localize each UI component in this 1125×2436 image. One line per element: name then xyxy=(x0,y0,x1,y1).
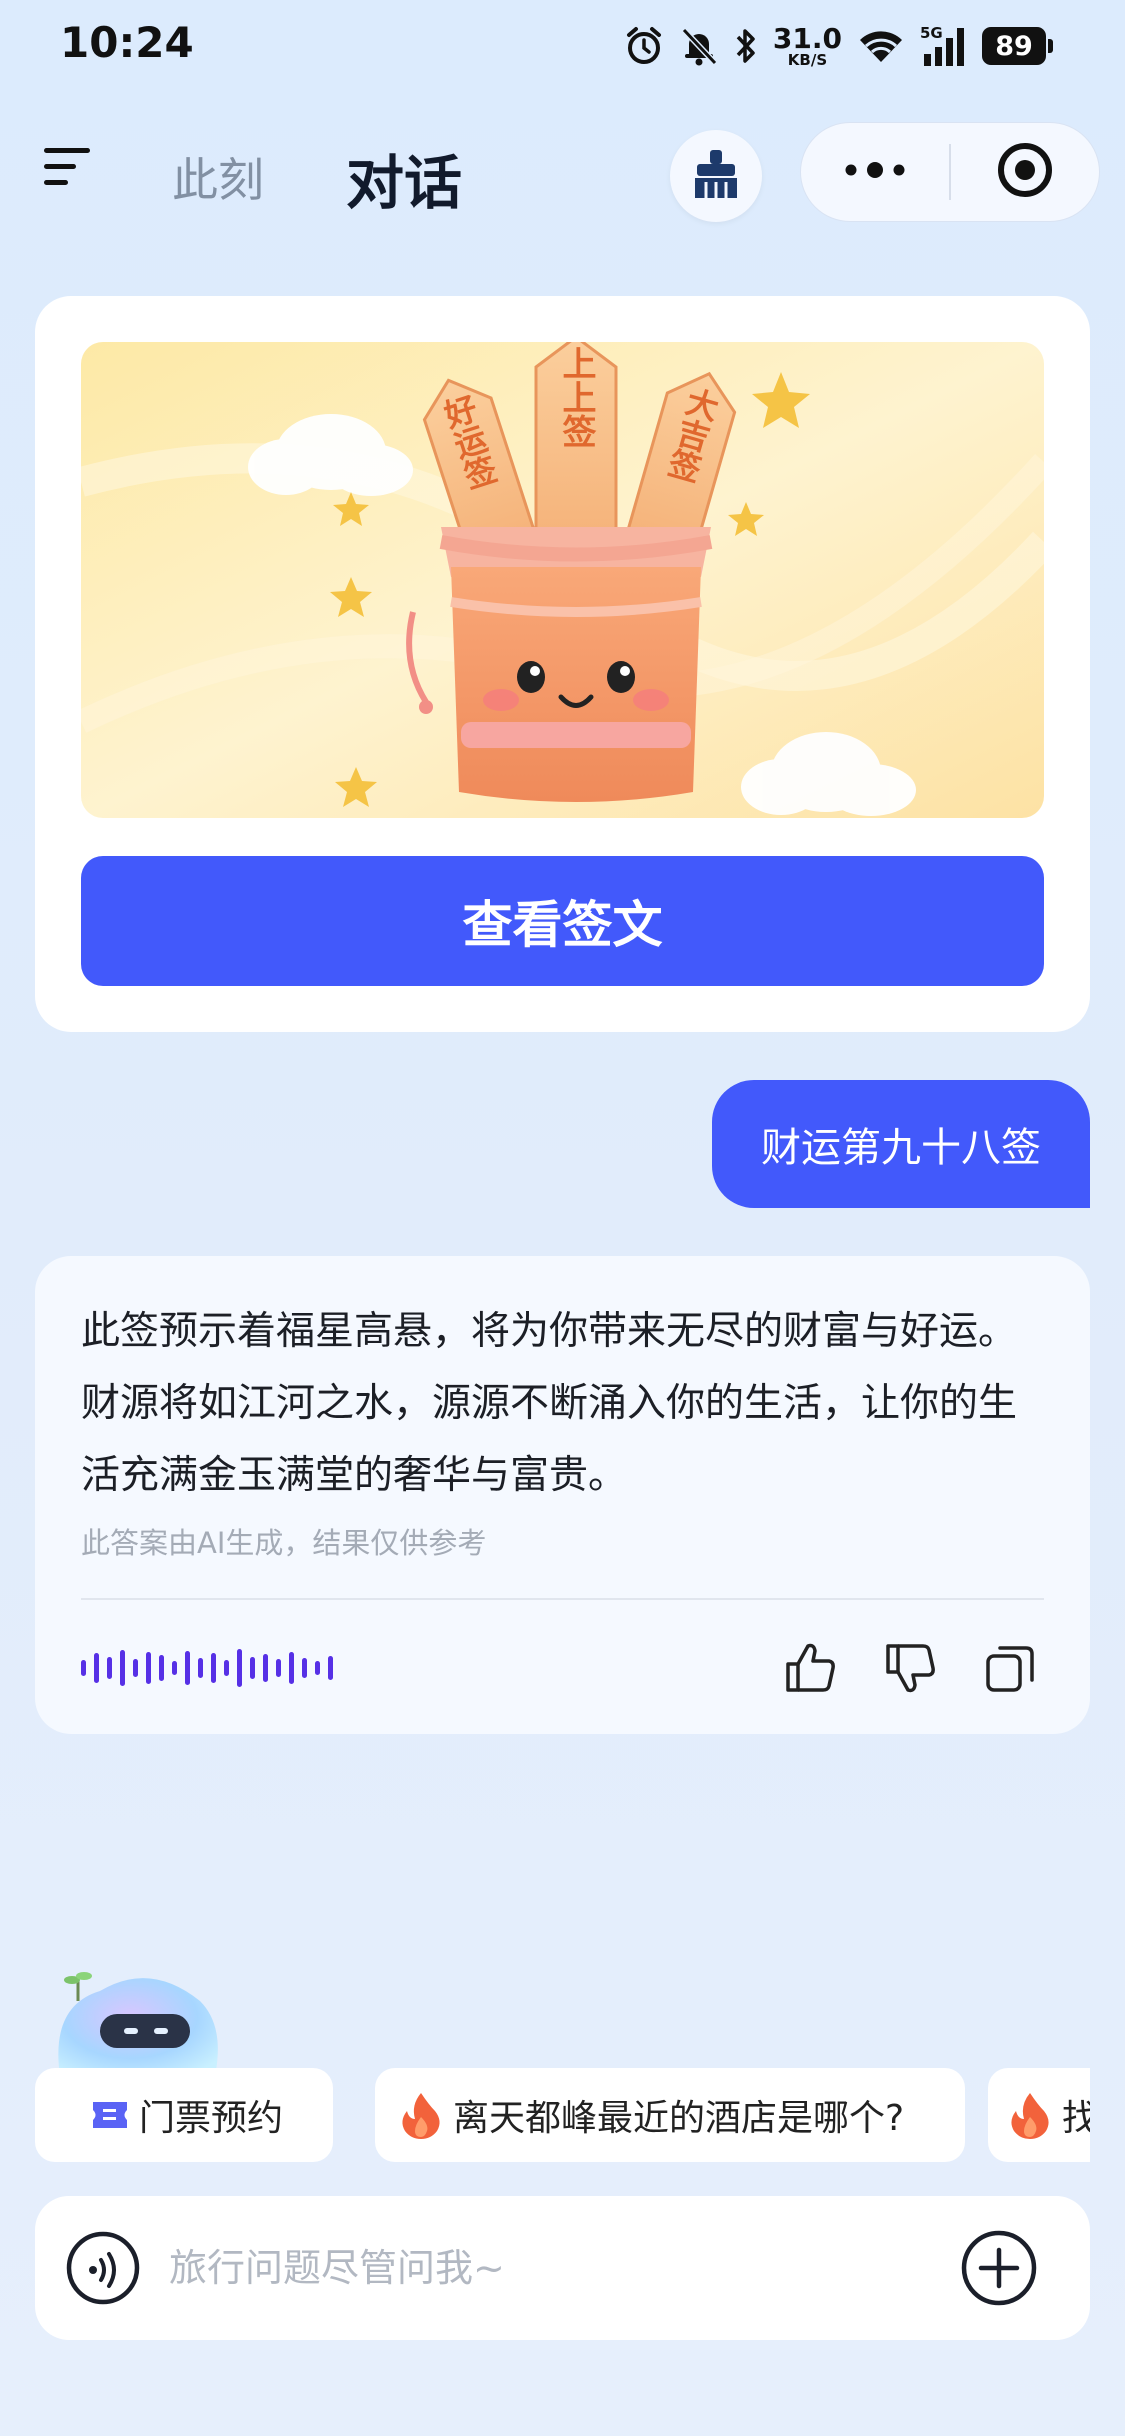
mute-bell-icon xyxy=(679,25,719,67)
more-dots-icon xyxy=(843,160,907,184)
tab-moment[interactable]: 此刻 xyxy=(172,144,264,210)
ai-disclaimer: 此答案由AI生成，结果仅供参考 xyxy=(81,1526,487,1560)
network-speed: 31.0 KB/S xyxy=(772,21,842,69)
fortune-card: 好运签 上上签 大吉签 查看签文 xyxy=(35,296,1090,1032)
bluetooth-icon xyxy=(733,25,759,67)
ai-reply-card: 此签预示着福星高悬，将为你带来无尽的财富与好运。财源将如江河之水，源源不断涌入你… xyxy=(35,1256,1090,1734)
waveform-bar xyxy=(172,1661,177,1675)
status-bar: 10:24 31.0 KB/S 5G 89 xyxy=(0,0,1125,92)
chip-label: 找 xyxy=(1062,2098,1090,2139)
menu-icon[interactable] xyxy=(42,142,92,192)
fortune-stick-image: 好运签 上上签 大吉签 xyxy=(81,342,1044,818)
ticket-icon xyxy=(91,2098,129,2132)
copy-icon[interactable] xyxy=(978,1636,1042,1700)
waveform-bar xyxy=(120,1650,125,1686)
svg-text:5G: 5G xyxy=(920,24,943,42)
voice-wave-icon xyxy=(65,2231,141,2310)
waveform-bar xyxy=(81,1660,86,1676)
waveform-bar xyxy=(185,1651,190,1685)
tab-chat[interactable]: 对话 xyxy=(346,136,462,220)
chat-input-field[interactable] xyxy=(169,2230,949,2306)
ai-reply-text: 此签预示着福星高悬，将为你带来无尽的财富与好运。财源将如江河之水，源源不断涌入你… xyxy=(81,1309,1018,1498)
chip-ticket-booking[interactable]: 门票预约 xyxy=(35,2068,333,2162)
status-time: 10:24 xyxy=(60,18,194,67)
status-icons: 31.0 KB/S 5G 89 xyxy=(623,20,1053,72)
battery-indicator: 89 xyxy=(982,27,1053,65)
waveform-bar xyxy=(302,1658,307,1678)
alarm-icon xyxy=(623,25,665,67)
waveform-bar xyxy=(263,1654,268,1682)
waveform-bar xyxy=(224,1660,229,1676)
plus-circle-icon xyxy=(959,2230,1039,2312)
chip-partial[interactable]: 找 xyxy=(988,2068,1090,2162)
waveform-bar xyxy=(94,1653,99,1683)
target-close-icon xyxy=(996,141,1054,203)
broom-icon xyxy=(691,148,741,204)
chip-label: 离天都峰最近的酒店是哪个? xyxy=(453,2098,905,2139)
fire-icon xyxy=(1008,2091,1052,2139)
waveform-bar xyxy=(159,1655,164,1681)
waveform-bar xyxy=(133,1659,138,1677)
waveform-bar xyxy=(198,1658,203,1678)
waveform-bar xyxy=(250,1657,255,1679)
assistant-mascot[interactable] xyxy=(40,1966,230,2076)
add-attachment-button[interactable] xyxy=(959,2228,1039,2308)
voice-input-button[interactable] xyxy=(65,2230,141,2306)
waveform-bar xyxy=(211,1653,216,1683)
more-button[interactable] xyxy=(801,123,949,221)
waveform-bar xyxy=(315,1661,320,1675)
waveform-bar xyxy=(107,1657,112,1679)
waveform-bar xyxy=(237,1649,242,1687)
thumbs-down-icon[interactable] xyxy=(878,1636,942,1700)
chip-label: 门票预约 xyxy=(139,2098,284,2139)
thumbs-up-icon[interactable] xyxy=(778,1636,842,1700)
mini-program-capsule xyxy=(800,122,1100,222)
svg-text:上上签: 上上签 xyxy=(556,346,596,448)
chat-input-bar xyxy=(35,2196,1090,2340)
header: 此刻 对话 xyxy=(0,118,1125,228)
user-message-bubble: 财运第九十八签 xyxy=(712,1080,1090,1208)
cellular-signal-icon: 5G xyxy=(920,24,968,68)
fire-icon xyxy=(399,2091,443,2139)
waveform-bar xyxy=(146,1652,151,1684)
suggestion-chips: 门票预约 离天都峰最近的酒店是哪个? 找 xyxy=(35,2068,1090,2162)
ai-reply-divider xyxy=(81,1598,1044,1600)
view-fortune-text-button[interactable]: 查看签文 xyxy=(81,856,1044,986)
clear-chat-button[interactable] xyxy=(670,130,762,222)
wifi-icon xyxy=(856,26,906,66)
waveform-bar xyxy=(289,1652,294,1684)
voice-playback-waveform[interactable] xyxy=(81,1646,333,1690)
chip-nearest-hotel[interactable]: 离天都峰最近的酒店是哪个? xyxy=(375,2068,965,2162)
waveform-bar xyxy=(328,1656,333,1680)
waveform-bar xyxy=(276,1659,281,1677)
close-button[interactable] xyxy=(951,123,1099,221)
